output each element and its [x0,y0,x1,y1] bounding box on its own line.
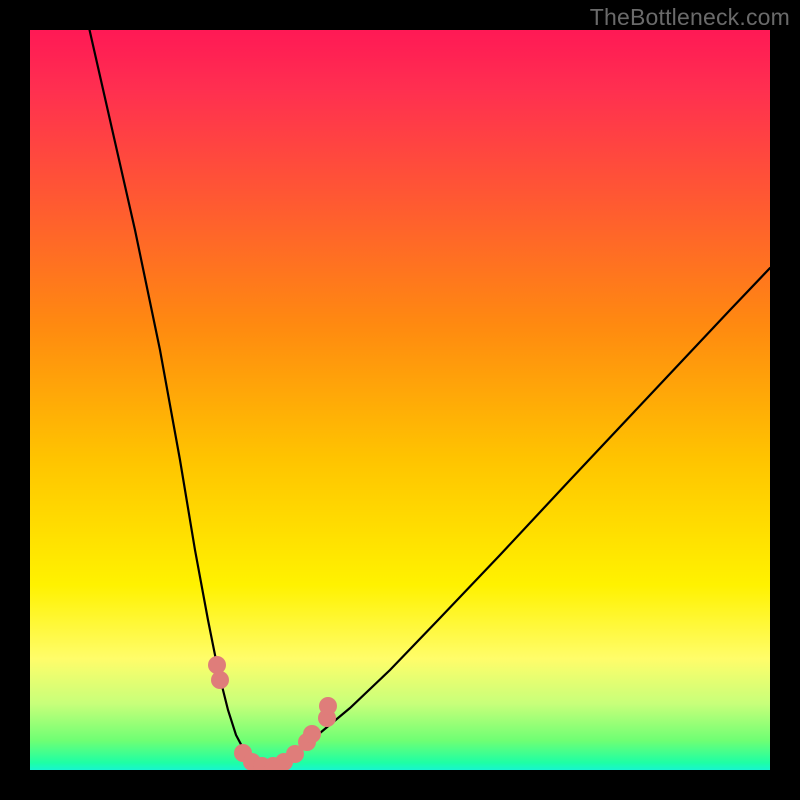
curve-marker [319,697,337,715]
outer-frame: TheBottleneck.com [0,0,800,800]
curve-marker [211,671,229,689]
curve-marker [303,725,321,743]
curve-markers [30,30,770,770]
plot-area [30,30,770,770]
watermark-text: TheBottleneck.com [590,4,790,31]
